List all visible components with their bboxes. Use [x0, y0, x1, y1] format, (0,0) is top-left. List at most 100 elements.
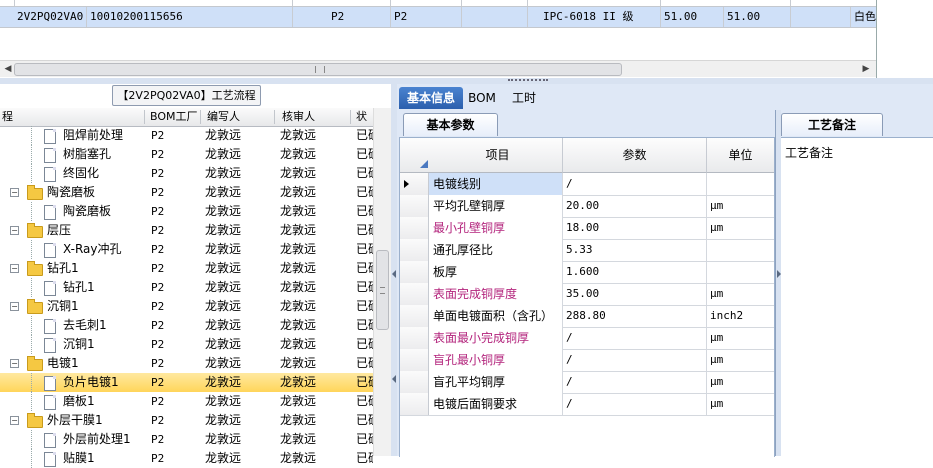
param-unit[interactable] [707, 261, 774, 283]
header-unit[interactable]: 单位 [707, 138, 774, 173]
row-header[interactable] [400, 195, 429, 217]
tree-cell-reviewer[interactable]: 龙敦远 [280, 430, 346, 449]
row-header[interactable] [400, 371, 429, 393]
tree-node-label[interactable]: 外层前处理1 [63, 430, 143, 449]
tree-node-label[interactable]: 沉铜1 [63, 335, 143, 354]
top-cell-factory-a[interactable]: P2 [331, 7, 371, 27]
param-unit[interactable]: μm [707, 349, 774, 371]
param-unit[interactable]: μm [707, 327, 774, 349]
param-value[interactable]: / [563, 173, 707, 195]
param-value[interactable]: / [563, 349, 707, 371]
scrollbar-thumb[interactable] [14, 63, 622, 76]
tree-cell-bom[interactable]: P2 [151, 449, 196, 468]
tree-cell-bom[interactable]: P2 [151, 183, 196, 202]
tree-cell-bom[interactable]: P2 [151, 430, 196, 449]
tree-cell-bom[interactable]: P2 [151, 221, 196, 240]
param-value[interactable]: / [563, 371, 707, 393]
tree-cell-bom[interactable]: P2 [151, 354, 196, 373]
tree-cell-status[interactable]: 已确 [356, 164, 373, 183]
tree-cell-status[interactable]: 已确 [356, 259, 373, 278]
tree-cell-status[interactable]: 已确 [356, 145, 373, 164]
param-value[interactable]: 18.00 [563, 217, 707, 239]
collapse-left-icon[interactable] [392, 375, 396, 383]
tree-cell-reviewer[interactable]: 龙敦远 [280, 297, 346, 316]
param-unit[interactable]: μm [707, 283, 774, 305]
tree-row[interactable]: −沉铜1P2龙敦远龙敦远已确 [0, 297, 373, 316]
tree-cell-bom[interactable]: P2 [151, 164, 196, 183]
collapse-icon[interactable]: − [10, 302, 19, 311]
tree-row[interactable]: 阻焊前处理P2龙敦远龙敦远已确 [0, 126, 373, 145]
param-value[interactable]: / [563, 393, 707, 415]
header-author[interactable]: 编写人 [207, 108, 267, 126]
tree-cell-reviewer[interactable]: 龙敦远 [280, 164, 346, 183]
tree-row[interactable]: X-Ray冲孔P2龙敦远龙敦远已确 [0, 240, 373, 259]
collapse-icon[interactable]: − [10, 226, 19, 235]
param-row[interactable]: 通孔厚径比 5.33 [400, 239, 774, 262]
tree-cell-bom[interactable]: P2 [151, 126, 196, 145]
tree-cell-bom[interactable]: P2 [151, 297, 196, 316]
top-cell-value-b[interactable]: 51.00 [727, 7, 767, 27]
row-header[interactable] [400, 261, 429, 283]
tree-cell-reviewer[interactable]: 龙敦远 [280, 335, 346, 354]
tab-basic-params[interactable]: 基本参数 [403, 113, 498, 136]
param-unit[interactable]: inch2 [707, 305, 774, 327]
tree-row[interactable]: 外层前处理1P2龙敦远龙敦远已确 [0, 430, 373, 449]
param-value[interactable]: 20.00 [563, 195, 707, 217]
tree-cell-author[interactable]: 龙敦远 [205, 202, 271, 221]
header-reviewer[interactable]: 核审人 [282, 108, 342, 126]
tree-cell-author[interactable]: 龙敦远 [205, 221, 271, 240]
tree-cell-author[interactable]: 龙敦远 [205, 411, 271, 430]
tree-cell-status[interactable]: 已确 [356, 392, 373, 411]
param-row[interactable]: 最小孔壁铜厚 18.00 μm [400, 217, 774, 240]
tree-row[interactable]: 陶瓷磨板P2龙敦远龙敦远已确 [0, 202, 373, 221]
tree-cell-author[interactable]: 龙敦远 [205, 240, 271, 259]
tree-row[interactable]: −陶瓷磨板P2龙敦远龙敦远已确 [0, 183, 373, 202]
tree-cell-author[interactable]: 龙敦远 [205, 449, 271, 468]
tree-cell-reviewer[interactable]: 龙敦远 [280, 145, 346, 164]
param-row[interactable]: 电镀后面铜要求 / μm [400, 393, 774, 416]
tree-row[interactable]: 沉铜1P2龙敦远龙敦远已确 [0, 335, 373, 354]
tab-bom[interactable]: BOM [467, 87, 497, 109]
tree-cell-author[interactable]: 龙敦远 [205, 373, 271, 392]
param-value[interactable]: 5.33 [563, 239, 707, 261]
tree-row[interactable]: 树脂塞孔P2龙敦远龙敦远已确 [0, 145, 373, 164]
tree-node-label[interactable]: 终固化 [63, 164, 143, 183]
param-value[interactable]: / [563, 327, 707, 349]
top-cell-standard[interactable]: IPC-6018 II 级 [543, 7, 653, 27]
vertical-scrollbar[interactable] [373, 108, 391, 456]
scrollbar-thumb[interactable] [376, 250, 389, 330]
top-cell-number[interactable]: 10010200115656 [90, 7, 190, 27]
row-header[interactable] [400, 239, 429, 261]
tree-cell-status[interactable]: 已确 [356, 240, 373, 259]
row-header[interactable] [400, 305, 429, 327]
tab-work-hours[interactable]: 工时 [507, 87, 541, 109]
top-grid-selected-row[interactable]: 2V2PQ02VA0 10010200115656 P2 P2 IPC-6018… [0, 6, 876, 28]
collapse-icon[interactable]: − [10, 188, 19, 197]
tree-cell-author[interactable]: 龙敦远 [205, 354, 271, 373]
collapse-left-icon[interactable] [392, 270, 396, 278]
tree-row[interactable]: 钻孔1P2龙敦远龙敦远已确 [0, 278, 373, 297]
tree-cell-bom[interactable]: P2 [151, 335, 196, 354]
tree-node-label[interactable]: 陶瓷磨板 [63, 202, 143, 221]
param-row[interactable]: 单面电镀面积（含孔） 288.80 inch2 [400, 305, 774, 328]
tree-cell-status[interactable]: 已确 [356, 126, 373, 145]
tree-cell-status[interactable]: 已确 [356, 202, 373, 221]
row-header[interactable] [400, 327, 429, 349]
row-header[interactable] [400, 283, 429, 305]
param-row[interactable]: 平均孔壁铜厚 20.00 μm [400, 195, 774, 218]
param-unit[interactable] [707, 239, 774, 261]
tree-cell-status[interactable]: 已确 [356, 316, 373, 335]
param-unit[interactable]: μm [707, 217, 774, 239]
tree-cell-author[interactable]: 龙敦远 [205, 392, 271, 411]
scroll-right-icon[interactable]: ▶ [858, 61, 874, 77]
tree-cell-status[interactable]: 已确 [356, 335, 373, 354]
row-header[interactable] [400, 173, 429, 195]
tree-row[interactable]: 负片电镀1P2龙敦远龙敦远已确 [0, 373, 373, 392]
collapse-icon[interactable]: − [10, 416, 19, 425]
tree-node-label[interactable]: 陶瓷磨板 [47, 183, 142, 202]
tree-node-label[interactable]: 层压 [47, 221, 142, 240]
tree-cell-bom[interactable]: P2 [151, 373, 196, 392]
param-row[interactable]: 电镀线别 / [400, 173, 774, 196]
param-value[interactable]: 35.00 [563, 283, 707, 305]
tree-node-label[interactable]: 电镀1 [47, 354, 142, 373]
